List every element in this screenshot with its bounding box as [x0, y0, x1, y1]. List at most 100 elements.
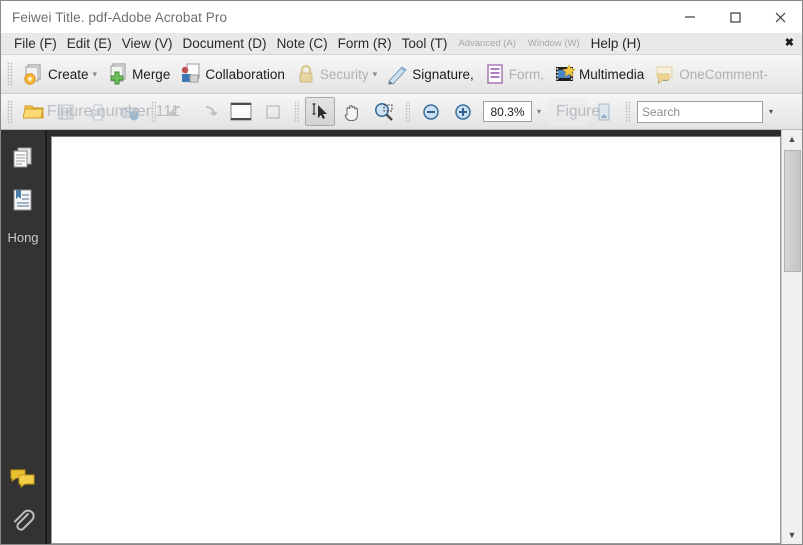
figure-tool-button[interactable] [589, 97, 619, 126]
zoom-in-button[interactable] [448, 97, 478, 126]
marquee-zoom-icon [375, 102, 393, 121]
sidebar-item-pages[interactable] [7, 140, 39, 176]
zoom-level-input[interactable]: 80.3% [483, 101, 532, 122]
attachment-paperclip-icon [14, 509, 35, 531]
figure-tool-icon [598, 103, 610, 120]
secondary-toolbar-grip[interactable] [7, 99, 13, 124]
navigation-sidebar: Hong [1, 130, 45, 544]
menu-document[interactable]: Document (D) [178, 33, 272, 54]
scroll-up-button[interactable]: ▲ [783, 130, 801, 148]
sidebar-item-comments[interactable] [7, 460, 39, 496]
create-caret-icon[interactable]: ▾ [93, 69, 98, 80]
vertical-scrollbar[interactable]: ▲ ▼ [781, 130, 802, 544]
menu-form[interactable]: Form (R) [333, 33, 397, 54]
form-button-label: Form, [508, 66, 544, 82]
search-dropdown-caret-icon[interactable]: ▾ [763, 102, 779, 122]
menu-tool[interactable]: Tool (T) [397, 33, 453, 54]
next-page-button[interactable] [194, 97, 224, 126]
document-page[interactable] [51, 136, 781, 544]
main-toolbar: Create ▾ Merge Collaboration Security ▾ … [1, 55, 802, 94]
acrobat-window: Feiwei Title. pdf-Adobe Acrobat Pro File… [0, 0, 803, 545]
signature-button[interactable]: Signature, [382, 59, 477, 89]
print-button[interactable] [83, 97, 113, 126]
maximize-button[interactable] [712, 2, 757, 33]
toolbar-separator [151, 100, 156, 123]
select-tool-icon [312, 102, 327, 119]
page-fit-button[interactable] [258, 97, 288, 126]
open-folder-button[interactable] [19, 97, 49, 126]
zoom-level-value: 80.3% [490, 104, 525, 119]
menu-window[interactable]: Window (W) [522, 33, 586, 54]
window-title: Feiwei Title. pdf-Adobe Acrobat Pro [12, 9, 228, 25]
search-placeholder: Search [642, 104, 681, 119]
menu-edit[interactable]: Edit (E) [62, 33, 117, 54]
email-button[interactable] [115, 97, 145, 126]
zoom-out-icon [423, 103, 439, 120]
title-bar: Feiwei Title. pdf-Adobe Acrobat Pro [1, 1, 802, 33]
hand-tool-icon [344, 104, 358, 121]
save-button[interactable] [51, 97, 81, 126]
menu-view[interactable]: View (V) [117, 33, 178, 54]
zoom-dropdown-caret-icon[interactable]: ▾ [532, 102, 546, 121]
signature-pen-icon [385, 61, 411, 87]
select-tool-button[interactable] [305, 97, 335, 126]
security-lock-icon [293, 61, 319, 87]
figure-button[interactable]: Figure [548, 97, 600, 126]
form-icon [482, 61, 508, 87]
toolbar-separator-4 [625, 100, 630, 123]
search-input[interactable]: Search [637, 100, 763, 123]
sidebar-item-bookmarks[interactable] [7, 182, 39, 218]
minimize-button[interactable] [667, 2, 712, 33]
print-icon [91, 104, 105, 120]
next-page-icon [205, 105, 218, 116]
toolbar-separator-3 [405, 100, 410, 123]
collaboration-button[interactable]: Collaboration [175, 59, 288, 89]
multimedia-button-label: Multimedia [579, 66, 645, 82]
toolbar-grip[interactable] [7, 62, 13, 86]
form-button[interactable]: Form, [479, 59, 547, 89]
menu-file[interactable]: File (F) [9, 33, 62, 54]
page-fit-icon [266, 104, 280, 119]
create-document-icon [21, 61, 47, 87]
open-folder-icon [23, 105, 44, 118]
merge-button-label: Merge [132, 66, 171, 82]
security-button-label: Security [319, 66, 369, 82]
collaboration-icon [178, 61, 204, 87]
page-view-button[interactable] [226, 97, 256, 126]
comment-bubble-icon [652, 61, 678, 87]
previous-page-icon [168, 105, 181, 116]
previous-page-button[interactable] [162, 97, 192, 126]
sidebar-user-label: Hong [7, 230, 39, 245]
menu-help[interactable]: Help (H) [586, 33, 646, 54]
comments-icon [10, 469, 35, 488]
close-button[interactable] [757, 2, 802, 33]
merge-plus-icon [105, 61, 131, 87]
security-caret-icon[interactable]: ▾ [373, 69, 378, 80]
marquee-zoom-button[interactable] [369, 97, 399, 126]
email-icon [122, 107, 139, 120]
toolbar-separator-2 [294, 100, 299, 123]
menu-advanced[interactable]: Advanced (A) [452, 33, 522, 54]
document-viewer[interactable] [45, 130, 781, 544]
menubar-close-icon[interactable]: ✖ [785, 33, 794, 54]
merge-button[interactable]: Merge [102, 59, 173, 89]
zoom-in-icon [455, 103, 471, 120]
onecomment-button-label: OneComment- [679, 66, 768, 82]
create-button-label: Create [48, 66, 89, 82]
create-button[interactable]: Create ▾ [18, 59, 100, 89]
sidebar-item-attachments[interactable] [7, 502, 39, 538]
workspace: Hong ▲ ▼ [1, 130, 802, 544]
bookmarks-icon [13, 189, 32, 211]
multimedia-button[interactable]: Multimedia [549, 59, 647, 89]
collaboration-button-label: Collaboration [205, 66, 285, 82]
menu-note[interactable]: Note (C) [272, 33, 333, 54]
scroll-track[interactable] [783, 148, 801, 526]
scroll-down-button[interactable]: ▼ [783, 526, 801, 544]
scroll-thumb[interactable] [784, 150, 801, 272]
window-controls [667, 1, 802, 33]
security-button[interactable]: Security ▾ [290, 59, 380, 89]
onecomment-button[interactable]: OneComment- [649, 59, 771, 89]
secondary-toolbar: 80.3% ▾ Figure Search ▾ Figure number 11… [1, 94, 802, 130]
hand-tool-button[interactable] [337, 97, 367, 126]
zoom-out-button[interactable] [416, 97, 446, 126]
